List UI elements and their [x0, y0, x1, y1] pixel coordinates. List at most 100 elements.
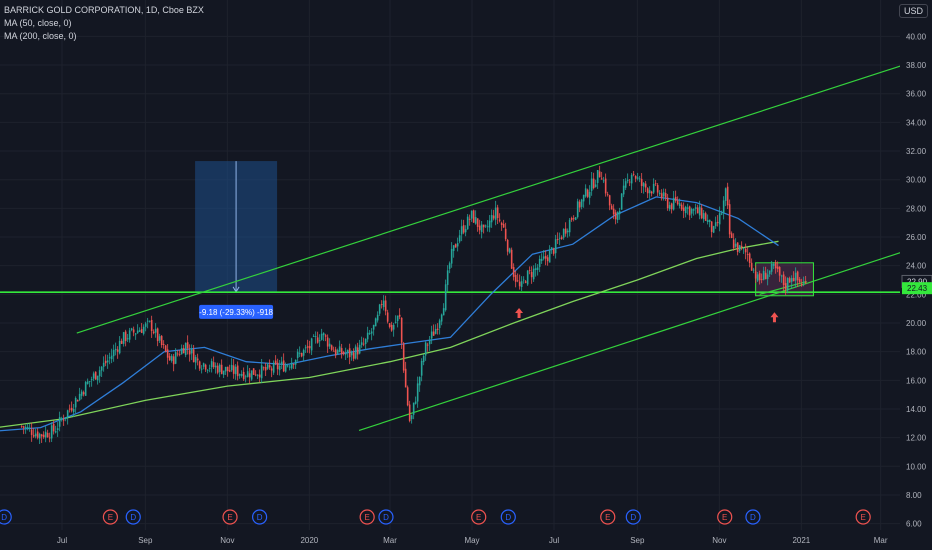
candle-body: [708, 219, 711, 222]
candle-body: [56, 428, 59, 430]
candle-body: [684, 206, 687, 214]
y-tick-label: 24.00: [906, 262, 927, 271]
candle-body: [750, 262, 753, 271]
candle-body: [240, 374, 243, 376]
candle-body: [472, 210, 475, 223]
candle-body: [152, 331, 155, 334]
candle-body: [524, 281, 527, 283]
candle-body: [548, 250, 551, 263]
candle-body: [796, 271, 799, 281]
candle-body: [550, 247, 553, 250]
candle-body: [600, 178, 603, 180]
candle-body: [296, 351, 299, 358]
candle-body: [24, 426, 27, 429]
candle-body: [248, 373, 251, 378]
candle-body: [172, 356, 175, 365]
candle-body: [90, 379, 93, 381]
candle-body: [350, 351, 353, 356]
candle-body: [632, 173, 635, 175]
candle-body: [528, 270, 531, 271]
candle-body: [490, 215, 493, 223]
candle-body: [402, 343, 405, 371]
candle-body: [32, 435, 35, 437]
candle-body: [532, 268, 535, 280]
event-label: E: [605, 513, 610, 522]
candle-body: [144, 323, 147, 327]
candle-body: [420, 360, 423, 376]
candle-body: [192, 349, 195, 363]
candle-body: [682, 207, 685, 212]
candle-body: [178, 354, 181, 355]
candle-body: [610, 205, 613, 210]
candle-body: [408, 404, 411, 421]
candle-body: [606, 194, 609, 196]
candle-body: [620, 193, 623, 210]
candle-body: [492, 215, 495, 219]
price-chart[interactable]: -9.18 (-29.33%) -918 40.00 38.00 36.00 34.00…: [0, 0, 932, 550]
chart-legend: BARRICK GOLD CORPORATION, 1D, Cboe BZX M…: [4, 4, 204, 43]
candle-body: [384, 300, 387, 312]
y-tick-label: 10.00: [906, 462, 927, 471]
ma50-legend[interactable]: MA (50, close, 0): [4, 17, 204, 30]
candle-body: [76, 399, 79, 402]
candle-body: [670, 203, 673, 210]
ma200-legend[interactable]: MA (200, close, 0): [4, 30, 204, 43]
x-tick-label: Sep: [630, 536, 645, 545]
signal-arrow: [515, 307, 524, 318]
candle-body: [300, 353, 303, 357]
candle-body: [476, 218, 479, 227]
candle-body: [282, 360, 285, 372]
candle-body: [754, 271, 757, 279]
x-tick-label: 2020: [300, 536, 318, 545]
candle-body: [744, 248, 747, 253]
candle-body: [238, 374, 241, 376]
candle-body: [568, 219, 571, 233]
chart-area[interactable]: -9.18 (-29.33%) -918 40.00 38.00 36.00 34.00…: [0, 0, 932, 550]
candle-body: [740, 245, 743, 248]
y-tick-label: 26.00: [906, 233, 927, 242]
candle-body: [304, 347, 307, 349]
candle-body: [406, 387, 409, 406]
candle-body: [556, 238, 559, 241]
candle-body: [370, 331, 373, 334]
candle-body: [576, 201, 579, 218]
candle-body: [264, 367, 267, 371]
event-label: D: [505, 513, 511, 522]
candle-body: [588, 191, 591, 198]
event-label: E: [861, 513, 866, 522]
candle-body: [82, 392, 85, 395]
candle-body: [574, 217, 577, 220]
candle-body: [540, 258, 543, 261]
event-label: D: [130, 513, 136, 522]
symbol-title[interactable]: BARRICK GOLD CORPORATION, 1D, Cboe BZX: [4, 4, 204, 17]
currency-button[interactable]: USD: [898, 4, 928, 18]
event-label: D: [750, 513, 756, 522]
candle-body: [712, 226, 715, 233]
candle-body: [244, 376, 247, 378]
candle-body: [454, 244, 457, 248]
candle-body: [596, 169, 599, 183]
candle-body: [124, 331, 127, 342]
candle-body: [534, 268, 537, 271]
candle-body: [200, 368, 203, 370]
candle-body: [652, 183, 655, 193]
candle-body: [648, 190, 651, 194]
candle-body: [142, 326, 145, 334]
candle-body: [388, 323, 391, 327]
x-tick-label: Mar: [874, 536, 888, 545]
candle-body: [344, 353, 347, 355]
candle-body: [734, 243, 737, 247]
candle-body: [608, 195, 611, 206]
candle-body: [270, 368, 273, 371]
candle-body: [664, 193, 667, 198]
candle-body: [512, 267, 515, 277]
candle-body: [308, 346, 311, 349]
candle-body: [330, 345, 333, 350]
candle-body: [794, 272, 797, 281]
candle-body: [518, 281, 521, 287]
candle-body: [470, 210, 473, 219]
candle-body: [760, 279, 763, 280]
candle-body: [520, 281, 523, 287]
candle-body: [360, 342, 363, 345]
candle-body: [638, 178, 641, 180]
